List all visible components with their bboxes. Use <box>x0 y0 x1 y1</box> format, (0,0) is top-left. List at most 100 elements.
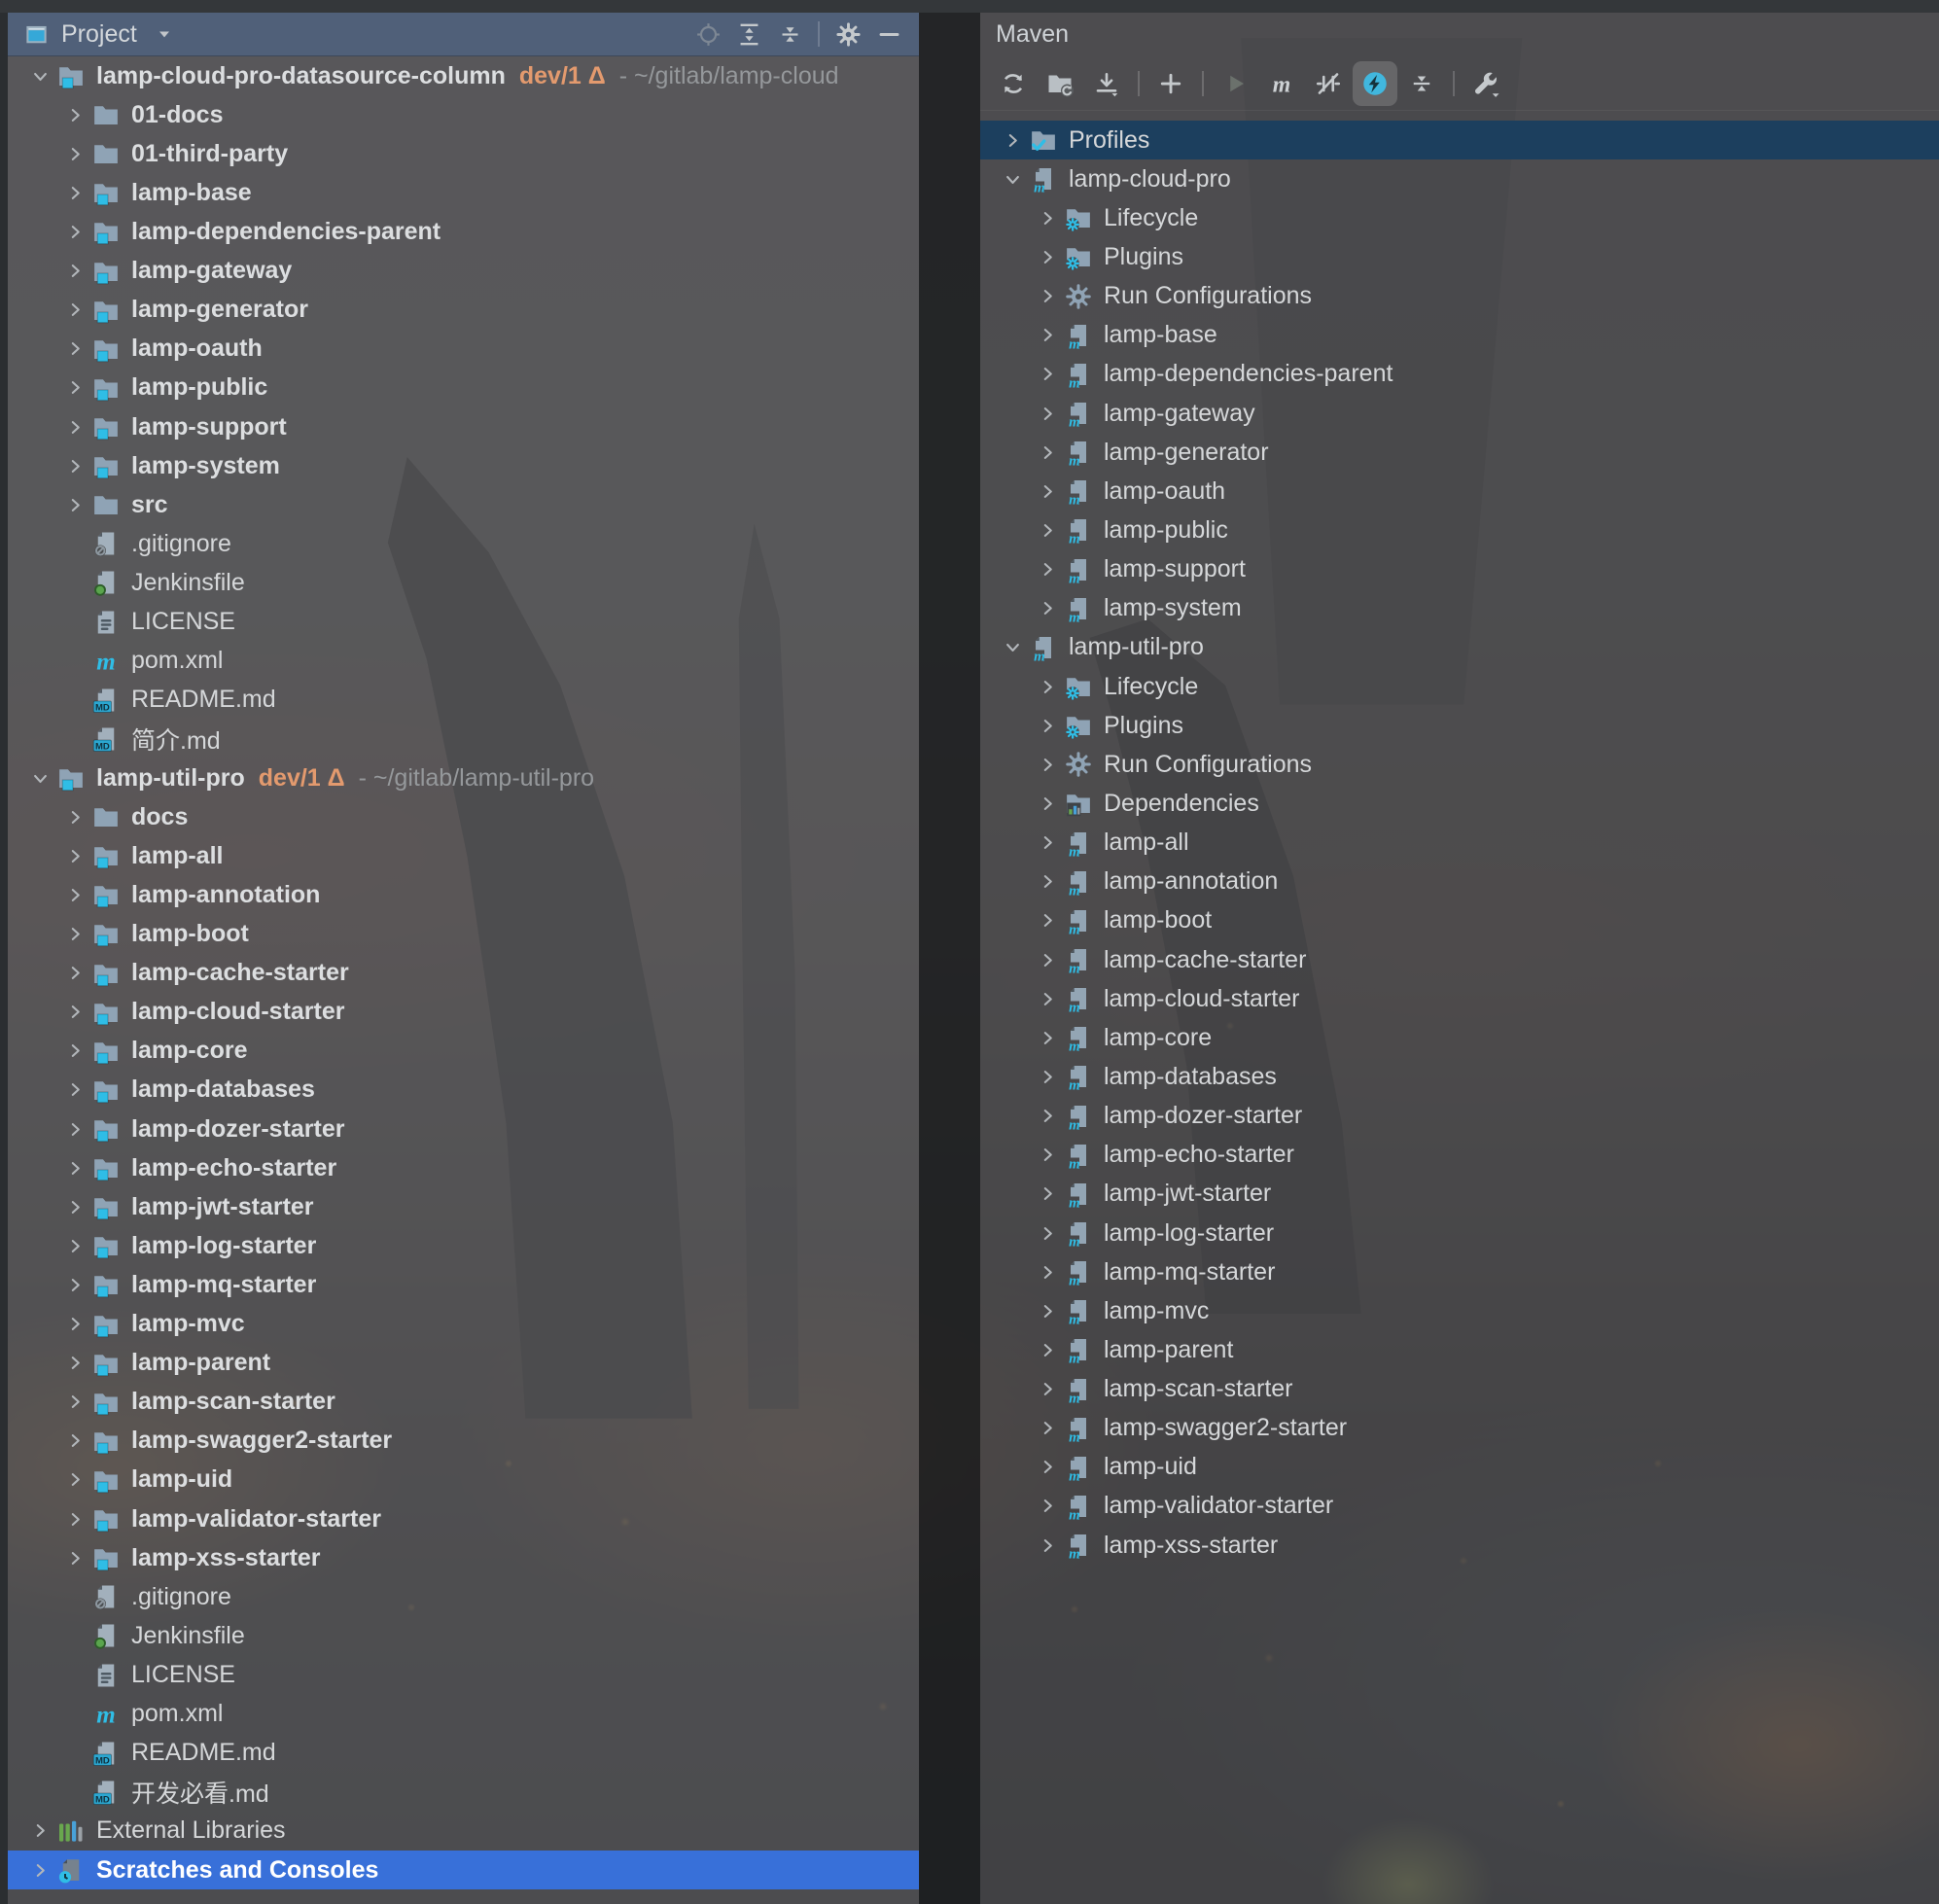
download-sources-icon[interactable] <box>1084 61 1129 106</box>
chevron-right-icon[interactable] <box>60 1349 89 1378</box>
chevron-right-icon[interactable] <box>60 1270 89 1299</box>
tree-item-lamp-cloud-starter[interactable]: lamp-cloud-starter <box>8 993 919 1032</box>
chevron-right-icon[interactable] <box>1033 867 1062 897</box>
tree-item-lamp-xss-starter[interactable]: mlamp-xss-starter <box>980 1526 1939 1565</box>
execute-goal-icon[interactable]: m <box>1259 61 1304 106</box>
chevron-right-icon[interactable] <box>60 490 89 519</box>
chevron-right-icon[interactable] <box>60 1075 89 1105</box>
chevron-right-icon[interactable] <box>1033 1023 1062 1052</box>
generate-folders-icon[interactable] <box>1038 61 1082 106</box>
tree-item-lamp-system[interactable]: mlamp-system <box>980 589 1939 628</box>
chevron-right-icon[interactable] <box>1033 203 1062 232</box>
tree-item-lamp-boot[interactable]: lamp-boot <box>8 914 919 953</box>
chevron-right-icon[interactable] <box>1033 789 1062 818</box>
chevron-right-icon[interactable] <box>60 802 89 831</box>
tree-item-lamp-dozer-starter[interactable]: mlamp-dozer-starter <box>980 1097 1939 1136</box>
tree-item-lamp-generator[interactable]: mlamp-generator <box>980 433 1939 472</box>
tree-item-lamp-cloud-pro[interactable]: mlamp-cloud-pro <box>980 159 1939 198</box>
chevron-right-icon[interactable] <box>1033 594 1062 623</box>
chevron-right-icon[interactable] <box>1033 1257 1062 1287</box>
tree-item-lamp-cache-starter[interactable]: mlamp-cache-starter <box>980 940 1939 979</box>
chevron-right-icon[interactable] <box>60 451 89 480</box>
tree-item-scratches-and-consoles[interactable]: Scratches and Consoles <box>8 1851 919 1889</box>
chevron-right-icon[interactable] <box>60 1543 89 1572</box>
tree-item-lamp-uid[interactable]: mlamp-uid <box>980 1448 1939 1487</box>
tree-item-lamp-jwt-starter[interactable]: mlamp-jwt-starter <box>980 1175 1939 1214</box>
chevron-right-icon[interactable] <box>1033 1062 1062 1091</box>
tree-item-lamp-oauth[interactable]: lamp-oauth <box>8 330 919 369</box>
tree-item-lamp-core[interactable]: mlamp-core <box>980 1018 1939 1057</box>
chevron-right-icon[interactable] <box>60 841 89 870</box>
tree-item-lamp-scan-starter[interactable]: lamp-scan-starter <box>8 1383 919 1422</box>
chevron-right-icon[interactable] <box>1033 1531 1062 1560</box>
chevron-right-icon[interactable] <box>1033 711 1062 740</box>
chevron-right-icon[interactable] <box>60 1388 89 1417</box>
chevron-right-icon[interactable] <box>60 1231 89 1260</box>
tree-item-profiles[interactable]: Profiles <box>980 121 1939 159</box>
tree-item-dependencies[interactable]: Dependencies <box>980 784 1939 823</box>
chevron-right-icon[interactable] <box>1033 1218 1062 1248</box>
tree-item-lifecycle[interactable]: Lifecycle <box>980 198 1939 237</box>
hide-icon[interactable] <box>868 15 909 53</box>
chevron-right-icon[interactable] <box>1033 1414 1062 1443</box>
chevron-right-icon[interactable] <box>60 257 89 286</box>
tree-item-lamp-generator[interactable]: lamp-generator <box>8 291 919 330</box>
tree-item-pom-xml[interactable]: mpom.xml <box>8 642 919 681</box>
tree-item-lamp-core[interactable]: lamp-core <box>8 1032 919 1071</box>
tree-item-lamp-parent[interactable]: mlamp-parent <box>980 1330 1939 1369</box>
tree-item-开发必看-md[interactable]: MD开发必看.md <box>8 1773 919 1812</box>
tree-item-lamp-mq-starter[interactable]: mlamp-mq-starter <box>980 1252 1939 1291</box>
tree-item-lamp-public[interactable]: mlamp-public <box>980 511 1939 549</box>
locate-icon[interactable] <box>687 15 728 53</box>
tree-item-lamp-echo-starter[interactable]: lamp-echo-starter <box>8 1148 919 1187</box>
chevron-right-icon[interactable] <box>1033 984 1062 1013</box>
tree-item-gitignore[interactable]: .gitignore <box>8 1577 919 1616</box>
chevron-right-icon[interactable] <box>1033 906 1062 935</box>
tree-item-01-third-party[interactable]: 01-third-party <box>8 134 919 173</box>
tree-item-lamp-util-pro[interactable]: lamp-util-prodev/1 Δ- ~/gitlab/lamp-util… <box>8 758 919 797</box>
chevron-right-icon[interactable] <box>60 1037 89 1066</box>
chevron-right-icon[interactable] <box>60 1310 89 1339</box>
tree-item-lamp-all[interactable]: mlamp-all <box>980 824 1939 863</box>
tree-item-plugins[interactable]: Plugins <box>980 237 1939 276</box>
chevron-right-icon[interactable] <box>60 919 89 948</box>
chevron-right-icon[interactable] <box>1033 1453 1062 1482</box>
collapse-all-icon[interactable] <box>769 15 810 53</box>
tree-item-lamp-databases[interactable]: mlamp-databases <box>980 1057 1939 1096</box>
chevron-right-icon[interactable] <box>60 217 89 246</box>
tree-item-license[interactable]: LICENSE <box>8 1655 919 1694</box>
chevron-right-icon[interactable] <box>1033 476 1062 506</box>
chevron-down-icon[interactable] <box>998 164 1027 194</box>
tree-item-external-libraries[interactable]: External Libraries <box>8 1812 919 1851</box>
chevron-right-icon[interactable] <box>60 998 89 1027</box>
chevron-right-icon[interactable] <box>60 296 89 325</box>
tree-item-lamp-support[interactable]: mlamp-support <box>980 550 1939 589</box>
add-icon[interactable] <box>1148 61 1193 106</box>
tree-item-src[interactable]: src <box>8 485 919 524</box>
chevron-down-icon[interactable] <box>155 24 174 44</box>
tree-item-lamp-dependencies-parent[interactable]: lamp-dependencies-parent <box>8 212 919 251</box>
tree-item-lamp-base[interactable]: mlamp-base <box>980 316 1939 355</box>
tree-item-lamp-public[interactable]: lamp-public <box>8 369 919 407</box>
chevron-right-icon[interactable] <box>1033 438 1062 467</box>
tree-item-lamp-mq-starter[interactable]: lamp-mq-starter <box>8 1265 919 1304</box>
tree-item-lamp-swagger2-starter[interactable]: mlamp-swagger2-starter <box>980 1409 1939 1448</box>
reload-icon[interactable] <box>991 61 1036 106</box>
tree-item-lamp-system[interactable]: lamp-system <box>8 446 919 485</box>
tree-item-lamp-validator-starter[interactable]: mlamp-validator-starter <box>980 1487 1939 1526</box>
tree-item-lamp-gateway[interactable]: mlamp-gateway <box>980 394 1939 433</box>
chevron-right-icon[interactable] <box>1033 1102 1062 1131</box>
tree-item-lamp-validator-starter[interactable]: lamp-validator-starter <box>8 1499 919 1538</box>
chevron-right-icon[interactable] <box>1033 515 1062 545</box>
chevron-right-icon[interactable] <box>60 1192 89 1221</box>
tree-item-lamp-dozer-starter[interactable]: lamp-dozer-starter <box>8 1110 919 1148</box>
chevron-down-icon[interactable] <box>25 763 54 793</box>
tree-item-jenkinsfile[interactable]: Jenkinsfile <box>8 1616 919 1655</box>
chevron-right-icon[interactable] <box>60 412 89 441</box>
chevron-right-icon[interactable] <box>60 880 89 909</box>
chevron-right-icon[interactable] <box>1033 555 1062 584</box>
tree-item-gitignore[interactable]: .gitignore <box>8 524 919 563</box>
chevron-right-icon[interactable] <box>60 335 89 364</box>
tree-item-lamp-util-pro[interactable]: mlamp-util-pro <box>980 628 1939 667</box>
chevron-right-icon[interactable] <box>1033 672 1062 701</box>
